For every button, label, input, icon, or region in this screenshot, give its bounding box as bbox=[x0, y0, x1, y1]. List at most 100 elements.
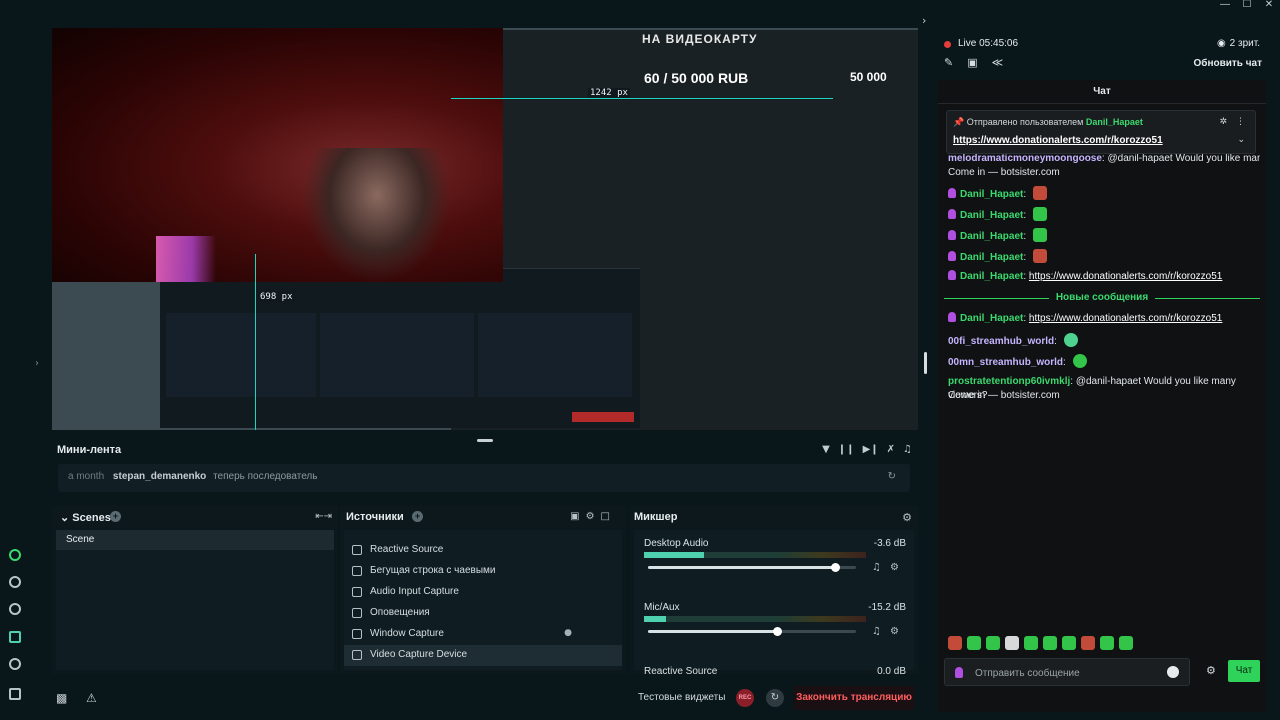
profile-icon[interactable] bbox=[9, 688, 21, 700]
stats-icon[interactable]: ▩ bbox=[56, 691, 67, 705]
source-tools-icons[interactable]: ▣⚙□ bbox=[570, 511, 616, 522]
scenes-header: ⌄ Scenes + ⇤⇥ bbox=[52, 506, 338, 528]
chat-username[interactable]: Danil_Hapaet bbox=[960, 271, 1023, 282]
chat-username[interactable]: Danil_Hapaet bbox=[960, 210, 1023, 221]
source-item[interactable]: Оповещения bbox=[344, 603, 622, 624]
chevron-right-icon[interactable]: › bbox=[35, 358, 39, 369]
editor-icon[interactable] bbox=[9, 549, 21, 561]
mic-badge-icon bbox=[948, 188, 956, 198]
pinned-link[interactable]: https://www.donationalerts.com/r/korozzo… bbox=[953, 135, 1163, 146]
channel-gear-icon[interactable]: ⚙ bbox=[890, 626, 899, 637]
filter-icon[interactable]: ▼ bbox=[822, 444, 830, 455]
edit-stream-icon[interactable]: ✎ bbox=[944, 56, 953, 69]
event-user[interactable]: stepan_demanenko bbox=[113, 471, 206, 482]
preview-scrollbar[interactable] bbox=[924, 352, 927, 374]
lock-icon[interactable]: ● bbox=[564, 628, 572, 638]
alert-icon[interactable]: ⚠ bbox=[86, 691, 97, 705]
stream-preview[interactable]: НА ВИДЕОКАРТУ 60 / 50 000 RUB 50 000 124… bbox=[52, 28, 918, 430]
source-item[interactable]: Reactive Source bbox=[344, 540, 622, 561]
share-icon[interactable]: ≪ bbox=[992, 56, 1004, 69]
replay-icon[interactable]: ↻ bbox=[766, 689, 784, 707]
emote-icon bbox=[1032, 249, 1047, 263]
chat-message: Danil_Hapaet: bbox=[948, 249, 1260, 265]
refresh-icon[interactable]: ↻ bbox=[888, 471, 896, 482]
source-type-icon bbox=[352, 545, 362, 555]
close-icon[interactable]: ✕ bbox=[1258, 0, 1280, 12]
chevron-down-icon[interactable]: ⌄ bbox=[1237, 135, 1245, 145]
chat-username[interactable]: 00fi_streamhub_world bbox=[948, 336, 1054, 347]
source-item[interactable]: Audio Input Capture bbox=[344, 582, 622, 603]
volume-icon[interactable]: ♫ bbox=[903, 444, 912, 455]
volume-slider[interactable] bbox=[648, 627, 856, 636]
minimize-icon[interactable]: — bbox=[1214, 0, 1236, 12]
nested-scenes-panel bbox=[166, 313, 316, 397]
mixer-settings-icon[interactable]: ⚙ bbox=[902, 511, 912, 524]
emote-icon[interactable] bbox=[1062, 636, 1076, 650]
chevron-right-icon[interactable]: › bbox=[922, 14, 926, 27]
rec-button[interactable]: REC bbox=[736, 689, 754, 707]
emote-icon[interactable] bbox=[948, 636, 962, 650]
pause-icon[interactable]: ❙❙ bbox=[838, 444, 855, 455]
slider-knob[interactable] bbox=[772, 627, 782, 636]
chat-username[interactable]: Danil_Hapaet bbox=[960, 231, 1023, 242]
nested-sources-panel bbox=[320, 313, 474, 397]
chat-link[interactable]: https://www.donationalerts.com/r/korozzo… bbox=[1029, 271, 1222, 282]
camera-icon[interactable]: ▣ bbox=[967, 56, 977, 69]
streaming-app-window: — ☐ ✕ › НА ВИДЕОКАРТУ 60 / 50 000 RUB 50… bbox=[0, 0, 1280, 720]
volume-slider[interactable] bbox=[648, 563, 856, 572]
chat-username[interactable]: prostratetentionp60ivmklj bbox=[948, 376, 1070, 387]
chat-link[interactable]: https://www.donationalerts.com/r/korozzo… bbox=[1029, 313, 1222, 324]
channel-gear-icon[interactable]: ⚙ bbox=[890, 562, 899, 573]
emote-icon[interactable] bbox=[1043, 636, 1057, 650]
emote-icon[interactable] bbox=[1005, 636, 1019, 650]
source-item-selected[interactable]: Video Capture Device bbox=[344, 645, 622, 666]
slider-knob[interactable] bbox=[831, 563, 841, 572]
emote-icon[interactable] bbox=[1024, 636, 1038, 650]
chat-username[interactable]: 00mn_streamhub_world bbox=[948, 357, 1063, 368]
chat-input-box[interactable] bbox=[944, 658, 1190, 686]
maximize-icon[interactable]: ☐ bbox=[1236, 0, 1258, 12]
emote-icon[interactable] bbox=[1119, 636, 1133, 650]
chat-send-button[interactable]: Чат bbox=[1228, 660, 1260, 682]
emote-icon bbox=[1032, 228, 1047, 242]
chat-username[interactable]: Danil_Hapaet bbox=[960, 313, 1023, 324]
sources-list: Reactive Source Бегущая строка с чаевыми… bbox=[344, 530, 622, 670]
chat-message: 00mn_streamhub_world: bbox=[948, 354, 1260, 370]
sparkle-icon[interactable] bbox=[9, 631, 21, 643]
goal-overlay-title: НА ВИДЕОКАРТУ bbox=[642, 32, 758, 46]
scene-transitions-icon[interactable]: ⇤⇥ bbox=[315, 511, 332, 522]
refresh-chat-button[interactable]: Обновить чат bbox=[1194, 58, 1263, 69]
mute-icon[interactable]: ♫ bbox=[872, 562, 881, 573]
chat-username[interactable]: Danil_Hapaet bbox=[960, 252, 1023, 263]
mute-alerts-icon[interactable]: ✗ bbox=[887, 444, 895, 455]
scene-item[interactable]: Scene bbox=[56, 530, 334, 550]
chat-message-input[interactable] bbox=[975, 665, 1155, 681]
source-item[interactable]: Window Capture ● bbox=[344, 624, 622, 645]
add-scene-icon[interactable]: + bbox=[110, 511, 121, 522]
settings-gear-icon[interactable] bbox=[9, 658, 21, 670]
mute-icon[interactable]: ♫ bbox=[872, 626, 881, 637]
eye-icon: ◉ bbox=[1216, 38, 1226, 49]
emote-icon[interactable] bbox=[1081, 636, 1095, 650]
chat-message: 00fi_streamhub_world: bbox=[948, 333, 1260, 349]
pinned-user[interactable]: Danil_Hapaet bbox=[1086, 117, 1143, 127]
apps-icon[interactable] bbox=[9, 603, 21, 615]
more-icon[interactable]: ⋮ bbox=[1236, 117, 1245, 127]
chat-username[interactable]: Danil_Hapaet bbox=[960, 189, 1023, 200]
source-item[interactable]: Бегущая строка с чаевыми bbox=[344, 561, 622, 582]
skip-icon[interactable]: ▶❙ bbox=[863, 444, 879, 455]
themes-icon[interactable] bbox=[9, 576, 21, 588]
channel-meter bbox=[644, 616, 866, 622]
emote-icon[interactable] bbox=[986, 636, 1000, 650]
test-widgets-button[interactable]: Тестовые виджеты bbox=[638, 692, 725, 703]
emote-icon[interactable] bbox=[967, 636, 981, 650]
slider-fill bbox=[648, 630, 777, 633]
chat-username[interactable]: melodramaticmoneymoongoose bbox=[948, 153, 1102, 164]
end-stream-button[interactable]: Закончить трансляцию bbox=[794, 686, 914, 710]
emoji-icon[interactable] bbox=[1167, 666, 1179, 678]
right-panel: Live 05:45:06 ◉ 2 зрит. ✎ ▣ ≪ Обновить ча… bbox=[938, 28, 1266, 712]
emote-icon[interactable] bbox=[1100, 636, 1114, 650]
add-source-icon[interactable]: + bbox=[412, 511, 423, 522]
pin-icon[interactable]: ✲ bbox=[1219, 117, 1227, 127]
chat-settings-icon[interactable]: ⚙ bbox=[1206, 664, 1216, 677]
